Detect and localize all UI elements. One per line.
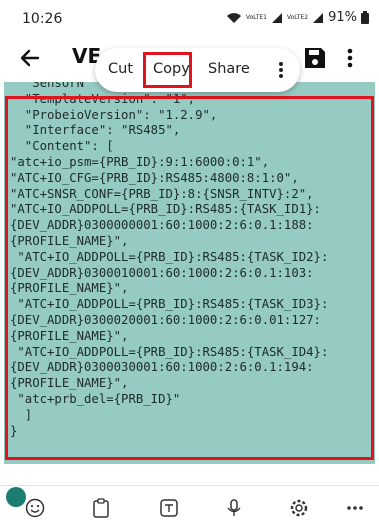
settings-icon[interactable] (289, 498, 309, 518)
signal-icon (271, 12, 282, 23)
save-icon[interactable] (304, 47, 326, 69)
clipboard-icon[interactable] (91, 498, 111, 518)
more-vertical-icon[interactable] (347, 45, 353, 71)
battery-percent: 91% (328, 10, 357, 25)
code-line: "SensorN (10, 82, 85, 90)
status-icons: VoLTE1 VoLTE2 91% (226, 10, 369, 25)
status-bar: 10:26 VoLTE1 VoLTE2 91% (0, 0, 379, 36)
signal-icon (313, 12, 324, 23)
translate-icon[interactable] (159, 498, 179, 518)
network-label-2: VoLTE2 (286, 13, 309, 21)
status-time: 10:26 (22, 11, 63, 27)
network-label-1: VoLTE1 (245, 13, 267, 21)
back-arrow-icon[interactable] (18, 46, 42, 70)
battery-icon (361, 11, 369, 24)
microphone-icon[interactable] (224, 498, 244, 518)
text-selection-menu: Cut Copy Share (95, 48, 300, 92)
wifi-icon (226, 12, 241, 23)
copy-highlight-box (143, 52, 192, 88)
emoji-icon[interactable] (25, 498, 45, 518)
cut-button[interactable]: Cut (108, 61, 133, 77)
more-vertical-icon[interactable] (278, 61, 284, 79)
floating-indicator-dot (6, 487, 26, 507)
selection-highlight-box (5, 96, 374, 460)
more-horizontal-icon[interactable] (345, 498, 365, 518)
keyboard-toolbar (0, 485, 379, 528)
share-button[interactable]: Share (208, 61, 250, 77)
